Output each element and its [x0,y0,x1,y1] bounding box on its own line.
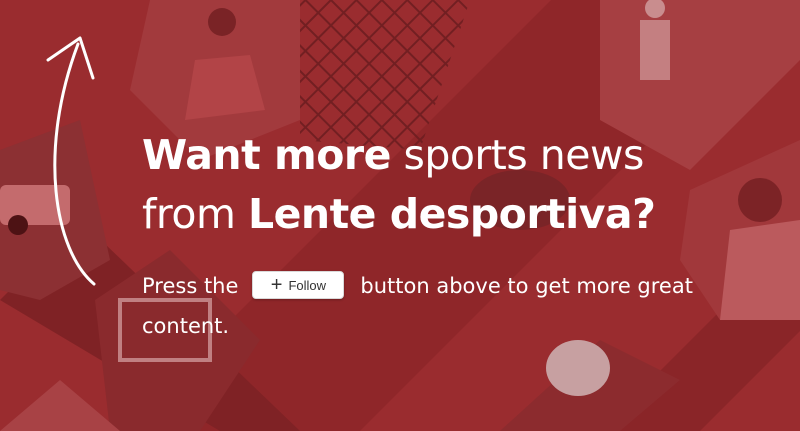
headline-bold-1: Want more [142,131,391,179]
follow-button-label: Follow [288,277,327,293]
headline-light-2: from [142,190,248,238]
curved-up-arrow-icon [46,36,96,286]
follow-button[interactable]: + Follow [252,271,345,299]
headline-light-1: sports news [390,131,644,179]
headline-line-1: Want more sports news [142,126,782,185]
instruction-text: Press the + Follow button above to get more… [142,266,702,346]
plus-icon: + [270,274,283,296]
headline-bold-2: Lente desportiva? [247,190,656,238]
headline: Want more sports news from Lente desport… [142,126,782,244]
headline-line-2: from Lente desportiva? [142,185,782,244]
follow-prompt-banner: Want more sports news from Lente desport… [0,0,800,431]
instruction-before: Press the [142,274,239,298]
